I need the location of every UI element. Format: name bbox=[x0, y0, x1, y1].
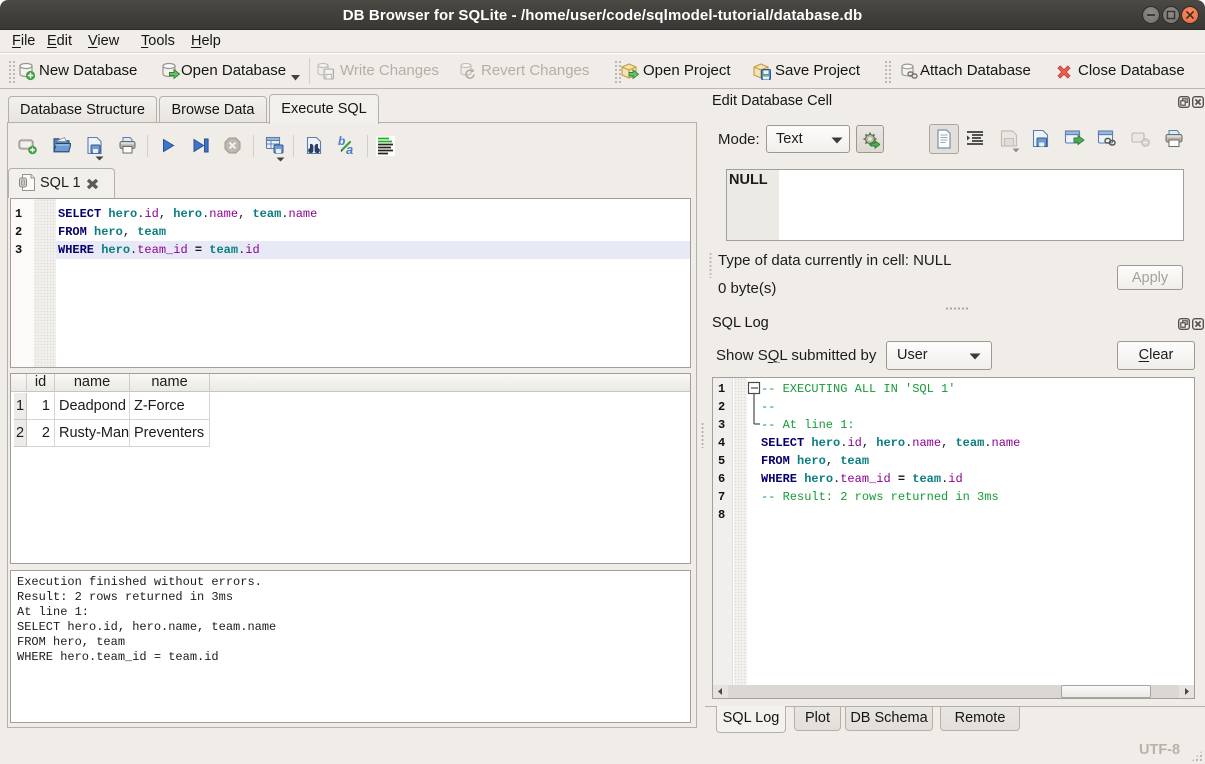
svg-text:b: b bbox=[338, 135, 345, 148]
